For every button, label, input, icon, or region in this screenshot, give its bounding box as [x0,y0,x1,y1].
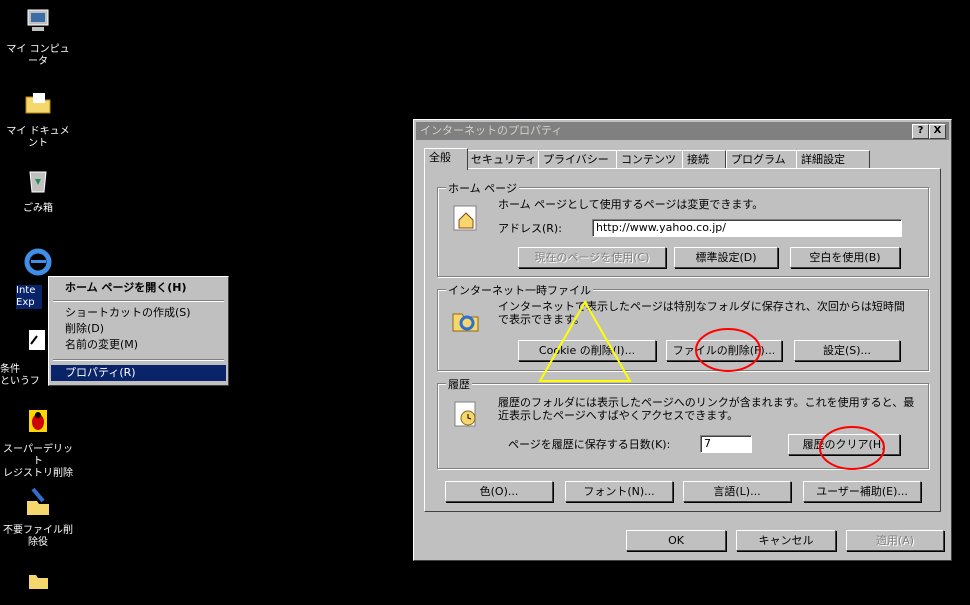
delete-cookies-button[interactable]: Cookie の削除(I)... [518,340,656,361]
clear-history-button[interactable]: 履歴のクリア(H) [788,434,900,455]
desktop-icon-my-computer[interactable]: マイ コンピュータ [2,6,74,68]
menu-item-open-home-page[interactable]: ホーム ページを開く(H) [51,280,226,296]
help-button[interactable]: ? [912,124,929,139]
history-days-stepper[interactable]: 7 [700,435,752,453]
tab-general[interactable]: 全般 [424,148,468,170]
delete-files-button[interactable]: ファイルの削除(F)... [666,340,782,361]
menu-item-properties[interactable]: プロパティ(R) [51,365,226,381]
computer-icon [27,9,49,31]
desktop-icon-label: ごみ箱 [23,203,53,214]
desktop-icon-label: スーパーデリット レジストリ削除 [3,444,73,479]
internet-explorer-icon [24,248,52,276]
desktop-icon-label: 不要ファイル削 除役 [3,525,73,548]
tab-connections[interactable]: 接続 [682,150,726,169]
use-blank-button[interactable]: 空白を使用(B) [790,247,900,268]
address-label: アドレス(R): [498,222,562,235]
bug-icon [29,410,47,432]
tab-security[interactable]: セキュリティ [466,150,540,169]
cleanup-icon [27,487,49,515]
history-group-title: 履歴 [446,376,472,392]
languages-button[interactable]: 言語(L)... [683,481,791,502]
cancel-button[interactable]: キャンセル [736,530,836,551]
tab-programs[interactable]: プログラム [726,150,800,169]
desktop-icon-label: マイ コンピュータ [6,44,70,67]
tab-advanced[interactable]: 詳細設定 [796,150,870,169]
history-days-label: ページを履歴に保存する日数(K): [508,438,671,451]
menu-separator [53,300,224,302]
temp-files-description: インターネットで表示したページは特別なフォルダに保存され、次回からは短時間で表示… [498,300,905,326]
tab-panel-general: ホーム ページ ホーム ページとして使用するページは変更できます。 アドレス(R… [424,168,941,512]
menu-item-create-shortcut[interactable]: ショートカットの作成(S) [51,305,226,321]
home-page-group: ホーム ページ ホーム ページとして使用するページは変更できます。 アドレス(R… [437,180,929,277]
temp-settings-button[interactable]: 設定(S)... [794,340,900,361]
history-description: 履歴のフォルダには表示したページへのリンクが含まれます。これを使用すると、最近表… [498,396,915,422]
temp-files-icon [452,313,479,332]
fonts-button[interactable]: フォント(N)... [565,481,673,502]
shortcut-icon [29,330,45,350]
internet-properties-dialog: インターネットのプロパティ ? X 全般 セキュリティ プライバシー コンテンツ… [413,119,952,561]
context-menu: ホーム ページを開く(H) ショートカットの作成(S) 削除(D) 名前の変更(… [48,276,229,386]
recycle-bin-icon [29,171,47,193]
desktop-icon-label: マイ ドキュメント [6,126,70,149]
use-current-button[interactable]: 現在のページを使用(C) [518,247,666,268]
menu-item-rename[interactable]: 名前の変更(M) [51,337,226,353]
history-days-value: 7 [704,437,711,450]
history-group: 履歴 履歴のフォルダには表示したページへのリンクが含まれます。これを使用すると、… [437,376,929,469]
history-icon [454,401,476,427]
close-button[interactable]: X [929,124,946,139]
desktop-icon-my-documents[interactable]: マイ ドキュメント [2,88,74,150]
dialog-titlebar[interactable]: インターネットのプロパティ ? X [416,122,949,140]
desktop-icon-label: Inte Exp [16,285,42,309]
menu-item-delete[interactable]: 削除(D) [51,321,226,337]
home-page-description: ホーム ページとして使用するページは変更できます。 [498,198,764,211]
desktop-icon-super-delete[interactable]: スーパーデリット レジストリ削除 [2,406,74,480]
apply-button[interactable]: 適用(A) [846,530,944,551]
colors-button[interactable]: 色(O)... [445,481,553,502]
temp-files-group-title: インターネット一時ファイル [446,282,593,298]
folder-icon [29,575,48,589]
home-page-group-title: ホーム ページ [446,180,519,196]
ok-button[interactable]: OK [626,530,726,551]
tab-privacy[interactable]: プライバシー [538,150,620,169]
address-input[interactable]: http://www.yahoo.co.jp/ [592,219,902,237]
desktop-icon-folder[interactable] [2,567,74,605]
menu-separator [53,359,224,361]
accessibility-button[interactable]: ユーザー補助(E)... [803,481,921,502]
desktop-icon-recycle-bin[interactable]: ごみ箱 [2,165,74,215]
temp-files-group: インターネット一時ファイル インターネットで表示したページは特別なフォルダに保存… [437,282,929,371]
folder-documents-icon [25,93,51,114]
desktop-icon-cleanup[interactable]: 不要ファイル削 除役 [2,487,74,549]
use-default-button[interactable]: 標準設定(D) [674,247,778,268]
home-page-icon [453,205,477,231]
dialog-title: インターネットのプロパティ [420,124,563,137]
tab-content[interactable]: コンテンツ [616,150,686,169]
